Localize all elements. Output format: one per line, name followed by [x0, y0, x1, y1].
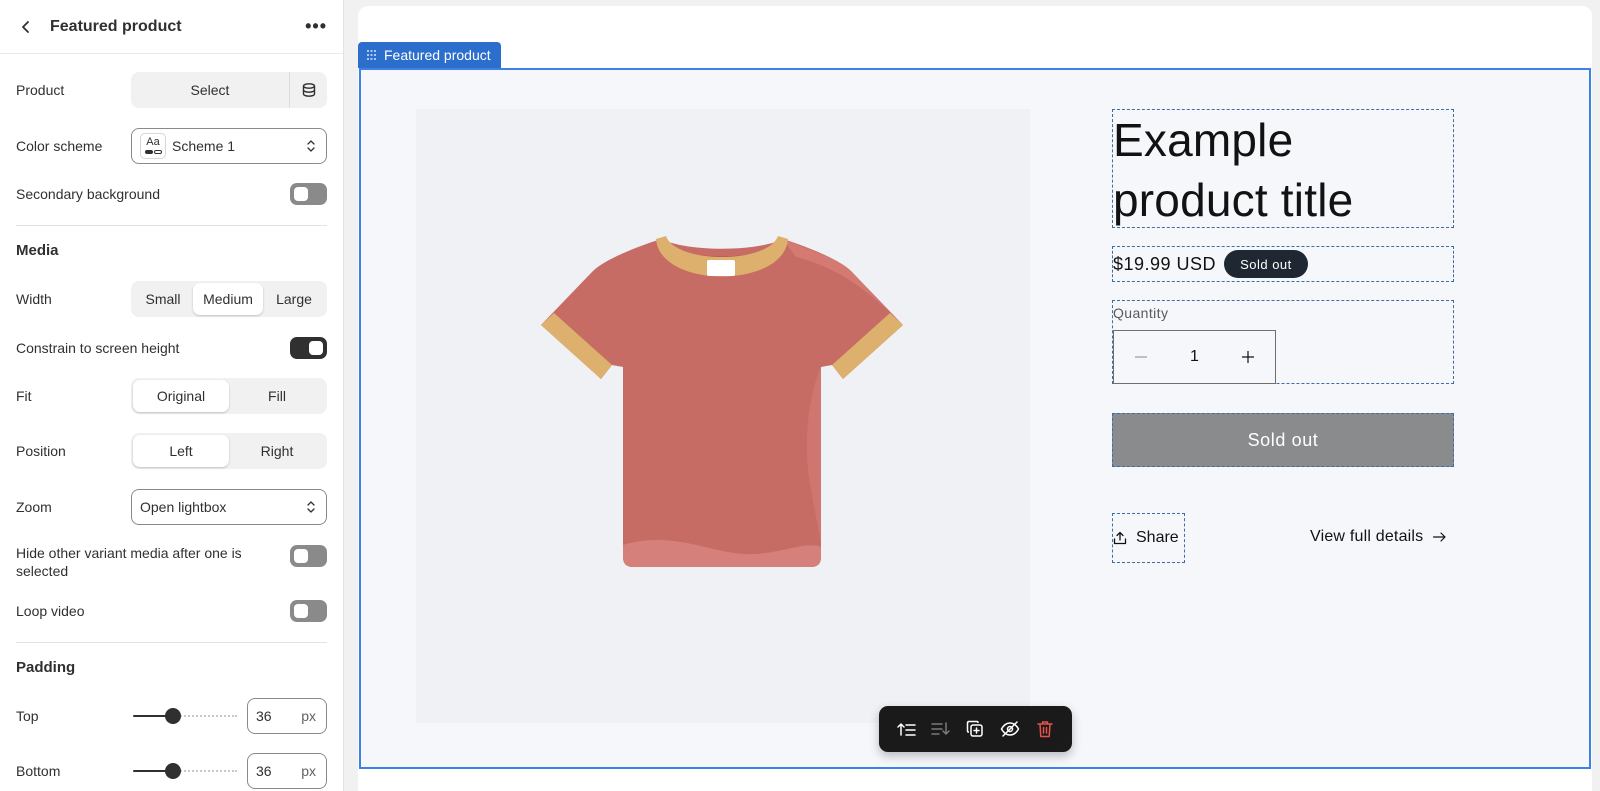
- product-row: Product Select: [16, 72, 327, 108]
- position-row: Position Left Right: [16, 433, 327, 469]
- secondary-background-toggle[interactable]: [290, 183, 327, 205]
- padding-top-slider[interactable]: [133, 708, 237, 724]
- share-icon: [1113, 531, 1127, 545]
- product-label: Product: [16, 82, 65, 98]
- fit-option-fill[interactable]: Fill: [229, 380, 325, 412]
- tshirt-image: [541, 236, 903, 567]
- secondary-background-row: Secondary background: [16, 183, 327, 205]
- padding-heading: Padding: [16, 659, 76, 676]
- slider-thumb[interactable]: [165, 763, 181, 779]
- color-scheme-label: Color scheme: [16, 138, 103, 154]
- sold-out-button[interactable]: Sold out: [1112, 413, 1454, 467]
- width-option-small[interactable]: Small: [133, 283, 193, 315]
- fit-row: Fit Original Fill: [16, 378, 327, 414]
- hide-eye-icon[interactable]: [996, 715, 1024, 743]
- width-segmented-control: Small Medium Large: [131, 281, 327, 317]
- move-up-icon[interactable]: [892, 715, 920, 743]
- product-price: $19.99 USD: [1113, 253, 1217, 274]
- width-option-medium[interactable]: Medium: [193, 283, 263, 315]
- padding-bottom-control: 36 px: [133, 753, 327, 789]
- position-option-left[interactable]: Left: [133, 435, 229, 467]
- zoom-row: Zoom Open lightbox: [16, 489, 327, 525]
- move-down-icon[interactable]: [927, 715, 955, 743]
- secondary-background-label: Secondary background: [16, 186, 160, 202]
- padding-top-label: Top: [16, 708, 39, 724]
- product-price-block[interactable]: $19.99 USD Sold out: [1112, 246, 1454, 282]
- width-option-large[interactable]: Large: [263, 283, 325, 315]
- position-segmented-control: Left Right: [131, 433, 327, 469]
- quantity-value[interactable]: 1: [1168, 348, 1221, 366]
- loop-video-row: Loop video: [16, 600, 327, 622]
- increase-quantity-icon[interactable]: [1221, 331, 1275, 383]
- zoom-value: Open lightbox: [140, 499, 227, 515]
- duplicate-icon[interactable]: [961, 715, 989, 743]
- sidebar-title: Featured product: [50, 17, 182, 35]
- padding-bottom-slider[interactable]: [133, 763, 237, 779]
- select-chevron-icon: [306, 500, 316, 514]
- section-tag-label: Featured product: [384, 47, 491, 63]
- divider: [16, 225, 327, 226]
- hide-variant-label: Hide other variant media after one is se…: [16, 545, 242, 579]
- arrow-right-icon: [1433, 532, 1446, 542]
- more-options-icon[interactable]: •••: [305, 16, 327, 37]
- fit-label: Fit: [16, 388, 32, 404]
- padding-top-input[interactable]: 36 px: [247, 698, 327, 734]
- share-button[interactable]: Share: [1112, 513, 1185, 563]
- section-tag[interactable]: Featured product: [358, 42, 501, 68]
- padding-top-row: Top 36 px: [16, 698, 327, 734]
- padding-top-control: 36 px: [133, 698, 327, 734]
- width-label: Width: [16, 291, 52, 307]
- zoom-select[interactable]: Open lightbox: [131, 489, 327, 525]
- view-full-details-link[interactable]: View full details: [1310, 528, 1446, 546]
- loop-video-toggle[interactable]: [290, 600, 327, 622]
- product-select-button[interactable]: Select: [131, 72, 289, 108]
- padding-bottom-input[interactable]: 36 px: [247, 753, 327, 789]
- zoom-label: Zoom: [16, 499, 52, 515]
- fit-segmented-control: Original Fill: [131, 378, 327, 414]
- position-label: Position: [16, 443, 66, 459]
- fit-option-original[interactable]: Original: [133, 380, 229, 412]
- settings-sidebar: Featured product ••• Product Select Colo…: [0, 0, 344, 791]
- back-arrow-icon[interactable]: [16, 17, 36, 37]
- padding-bottom-row: Bottom 36 px: [16, 753, 327, 789]
- constrain-label: Constrain to screen height: [16, 340, 180, 356]
- divider: [16, 642, 327, 643]
- delete-trash-icon[interactable]: [1031, 715, 1059, 743]
- color-scheme-select[interactable]: Aa Scheme 1: [131, 128, 327, 164]
- sold-out-badge: Sold out: [1224, 250, 1308, 278]
- constrain-toggle[interactable]: [290, 337, 327, 359]
- color-scheme-swatch-icon: Aa: [140, 133, 166, 159]
- decrease-quantity-icon[interactable]: [1114, 331, 1168, 383]
- dynamic-source-icon[interactable]: [289, 72, 327, 108]
- product-title[interactable]: Example product title: [1112, 109, 1454, 228]
- sidebar-header: Featured product •••: [0, 0, 343, 54]
- section-layout-icon: [366, 49, 378, 61]
- product-picker: Select: [131, 72, 327, 108]
- hide-variant-row: Hide other variant media after one is se…: [16, 544, 327, 580]
- position-option-right[interactable]: Right: [229, 435, 325, 467]
- slider-thumb[interactable]: [165, 708, 181, 724]
- width-row: Width Small Medium Large: [16, 281, 327, 317]
- constrain-row: Constrain to screen height: [16, 337, 327, 359]
- quantity-stepper: 1: [1113, 330, 1276, 384]
- media-heading: Media: [16, 242, 59, 259]
- product-image[interactable]: [416, 109, 1030, 723]
- share-label: Share: [1136, 529, 1179, 546]
- color-scheme-value: Scheme 1: [172, 138, 236, 154]
- padding-bottom-label: Bottom: [16, 763, 61, 779]
- loop-video-label: Loop video: [16, 603, 85, 619]
- hide-variant-toggle[interactable]: [290, 545, 327, 567]
- section-toolbar: [879, 706, 1072, 752]
- color-scheme-row: Color scheme Aa Scheme 1: [16, 128, 327, 164]
- quantity-block[interactable]: Quantity 1: [1112, 300, 1454, 384]
- quantity-label: Quantity: [1113, 305, 1169, 321]
- select-chevron-icon: [306, 139, 316, 153]
